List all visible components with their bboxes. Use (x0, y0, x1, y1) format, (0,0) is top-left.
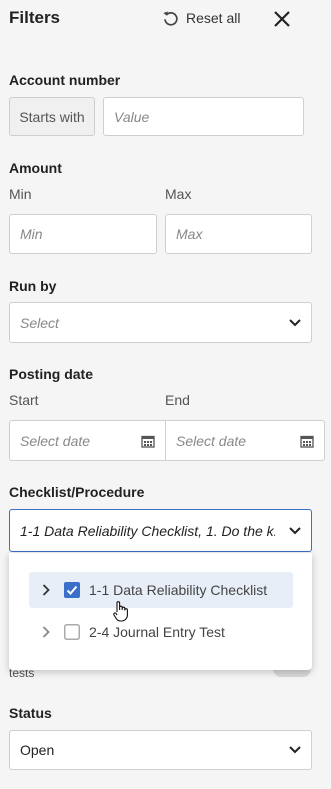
account-number-label: Account number (9, 72, 121, 88)
checklist-option-label: 2-4 Journal Entry Test (89, 624, 225, 640)
checkbox-checked-icon[interactable] (64, 582, 80, 598)
run-by-label: Run by (9, 278, 57, 294)
status-value: Open (20, 742, 55, 758)
reset-all-label: Reset all (186, 10, 241, 26)
chevron-down-icon (289, 526, 301, 534)
run-by-placeholder: Select (20, 314, 59, 331)
posting-end-label: End (165, 392, 190, 408)
amount-min-input[interactable]: Min (9, 214, 157, 254)
hand-cursor-icon (113, 601, 128, 622)
status-select[interactable]: Open (9, 730, 312, 770)
chevron-down-icon (289, 746, 301, 754)
reset-icon (163, 11, 178, 26)
checklist-select[interactable]: 1-1 Data Reliability Checklist, 1. Do th… (9, 509, 312, 552)
amount-label: Amount (9, 160, 62, 176)
calendar-icon (300, 435, 314, 448)
start-date-placeholder: Select date (20, 432, 91, 449)
checklist-value: 1-1 Data Reliability Checklist, 1. Do th… (20, 522, 275, 539)
account-prefix-select[interactable]: Starts with (9, 97, 95, 136)
page-title: Filters (9, 8, 61, 27)
chevron-down-icon (289, 318, 301, 326)
end-date-placeholder: Select date (176, 432, 247, 449)
checklist-label: Checklist/Procedure (9, 484, 145, 500)
end-date-input[interactable]: Select date (165, 420, 325, 461)
status-label: Status (9, 705, 52, 721)
checklist-option[interactable]: 1-1 Data Reliability Checklist (29, 572, 293, 608)
chevron-right-icon[interactable] (42, 584, 50, 596)
posting-date-label: Posting date (9, 366, 94, 382)
posting-start-label: Start (9, 392, 39, 408)
checklist-option[interactable]: 2-4 Journal Entry Test (29, 614, 293, 650)
checklist-option-label: 1-1 Data Reliability Checklist (89, 582, 268, 598)
run-by-select[interactable]: Select (9, 302, 312, 343)
amount-min-label: Min (9, 186, 32, 202)
start-date-input[interactable]: Select date (9, 420, 166, 461)
chevron-right-icon[interactable] (42, 626, 50, 638)
amount-max-input[interactable]: Max (165, 214, 312, 254)
checkbox-unchecked-icon[interactable] (64, 624, 80, 640)
amount-max-label: Max (165, 186, 192, 202)
reset-all-button[interactable]: Reset all (162, 8, 240, 28)
close-icon[interactable] (271, 8, 293, 30)
account-value-input[interactable]: Value (103, 97, 304, 136)
checklist-dropdown: 1-1 Data Reliability Checklist 2-4 Journ… (9, 553, 312, 670)
calendar-icon (141, 435, 155, 448)
